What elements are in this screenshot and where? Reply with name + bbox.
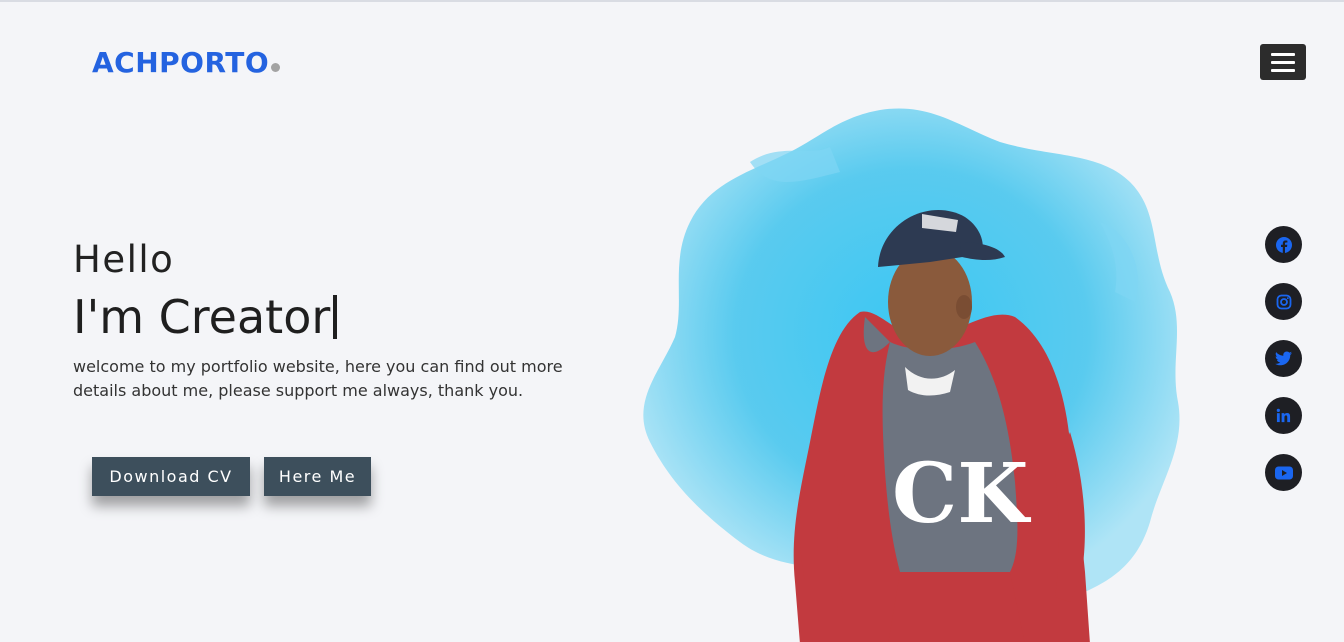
hero-headline-text: I'm Creator [73,290,331,344]
facebook-icon [1275,236,1292,253]
linkedin-icon [1276,408,1291,423]
hamburger-menu-button[interactable] [1260,44,1306,80]
logo-text: ACHPORTO [92,46,270,79]
twitter-icon [1275,351,1292,366]
twitter-link[interactable] [1265,340,1302,377]
youtube-link[interactable] [1265,454,1302,491]
hamburger-icon-bar [1271,52,1295,56]
site-logo[interactable]: ACHPORTO [92,46,281,79]
logo-dot [271,63,281,72]
facebook-link[interactable] [1265,226,1302,263]
youtube-icon [1274,466,1293,479]
hoodie-logo: CK [892,446,1031,542]
hamburger-icon-bar [1271,68,1295,72]
page: ACHPORTO Hello I'm Creator welcome to my… [0,0,1344,642]
typing-caret [333,295,338,339]
hero-portrait-image: CK [643,108,1180,642]
linkedin-link[interactable] [1265,397,1302,434]
hero-greeting: Hello [73,238,175,281]
instagram-icon [1276,294,1291,309]
hero-description: welcome to my portfolio website, here yo… [73,357,563,400]
hero-headline: I'm Creator [73,290,338,344]
hire-me-button[interactable]: Here Me [264,457,371,496]
download-cv-button[interactable]: Download CV [92,457,250,496]
instagram-link[interactable] [1265,283,1302,320]
hamburger-icon-bar [1271,60,1295,64]
